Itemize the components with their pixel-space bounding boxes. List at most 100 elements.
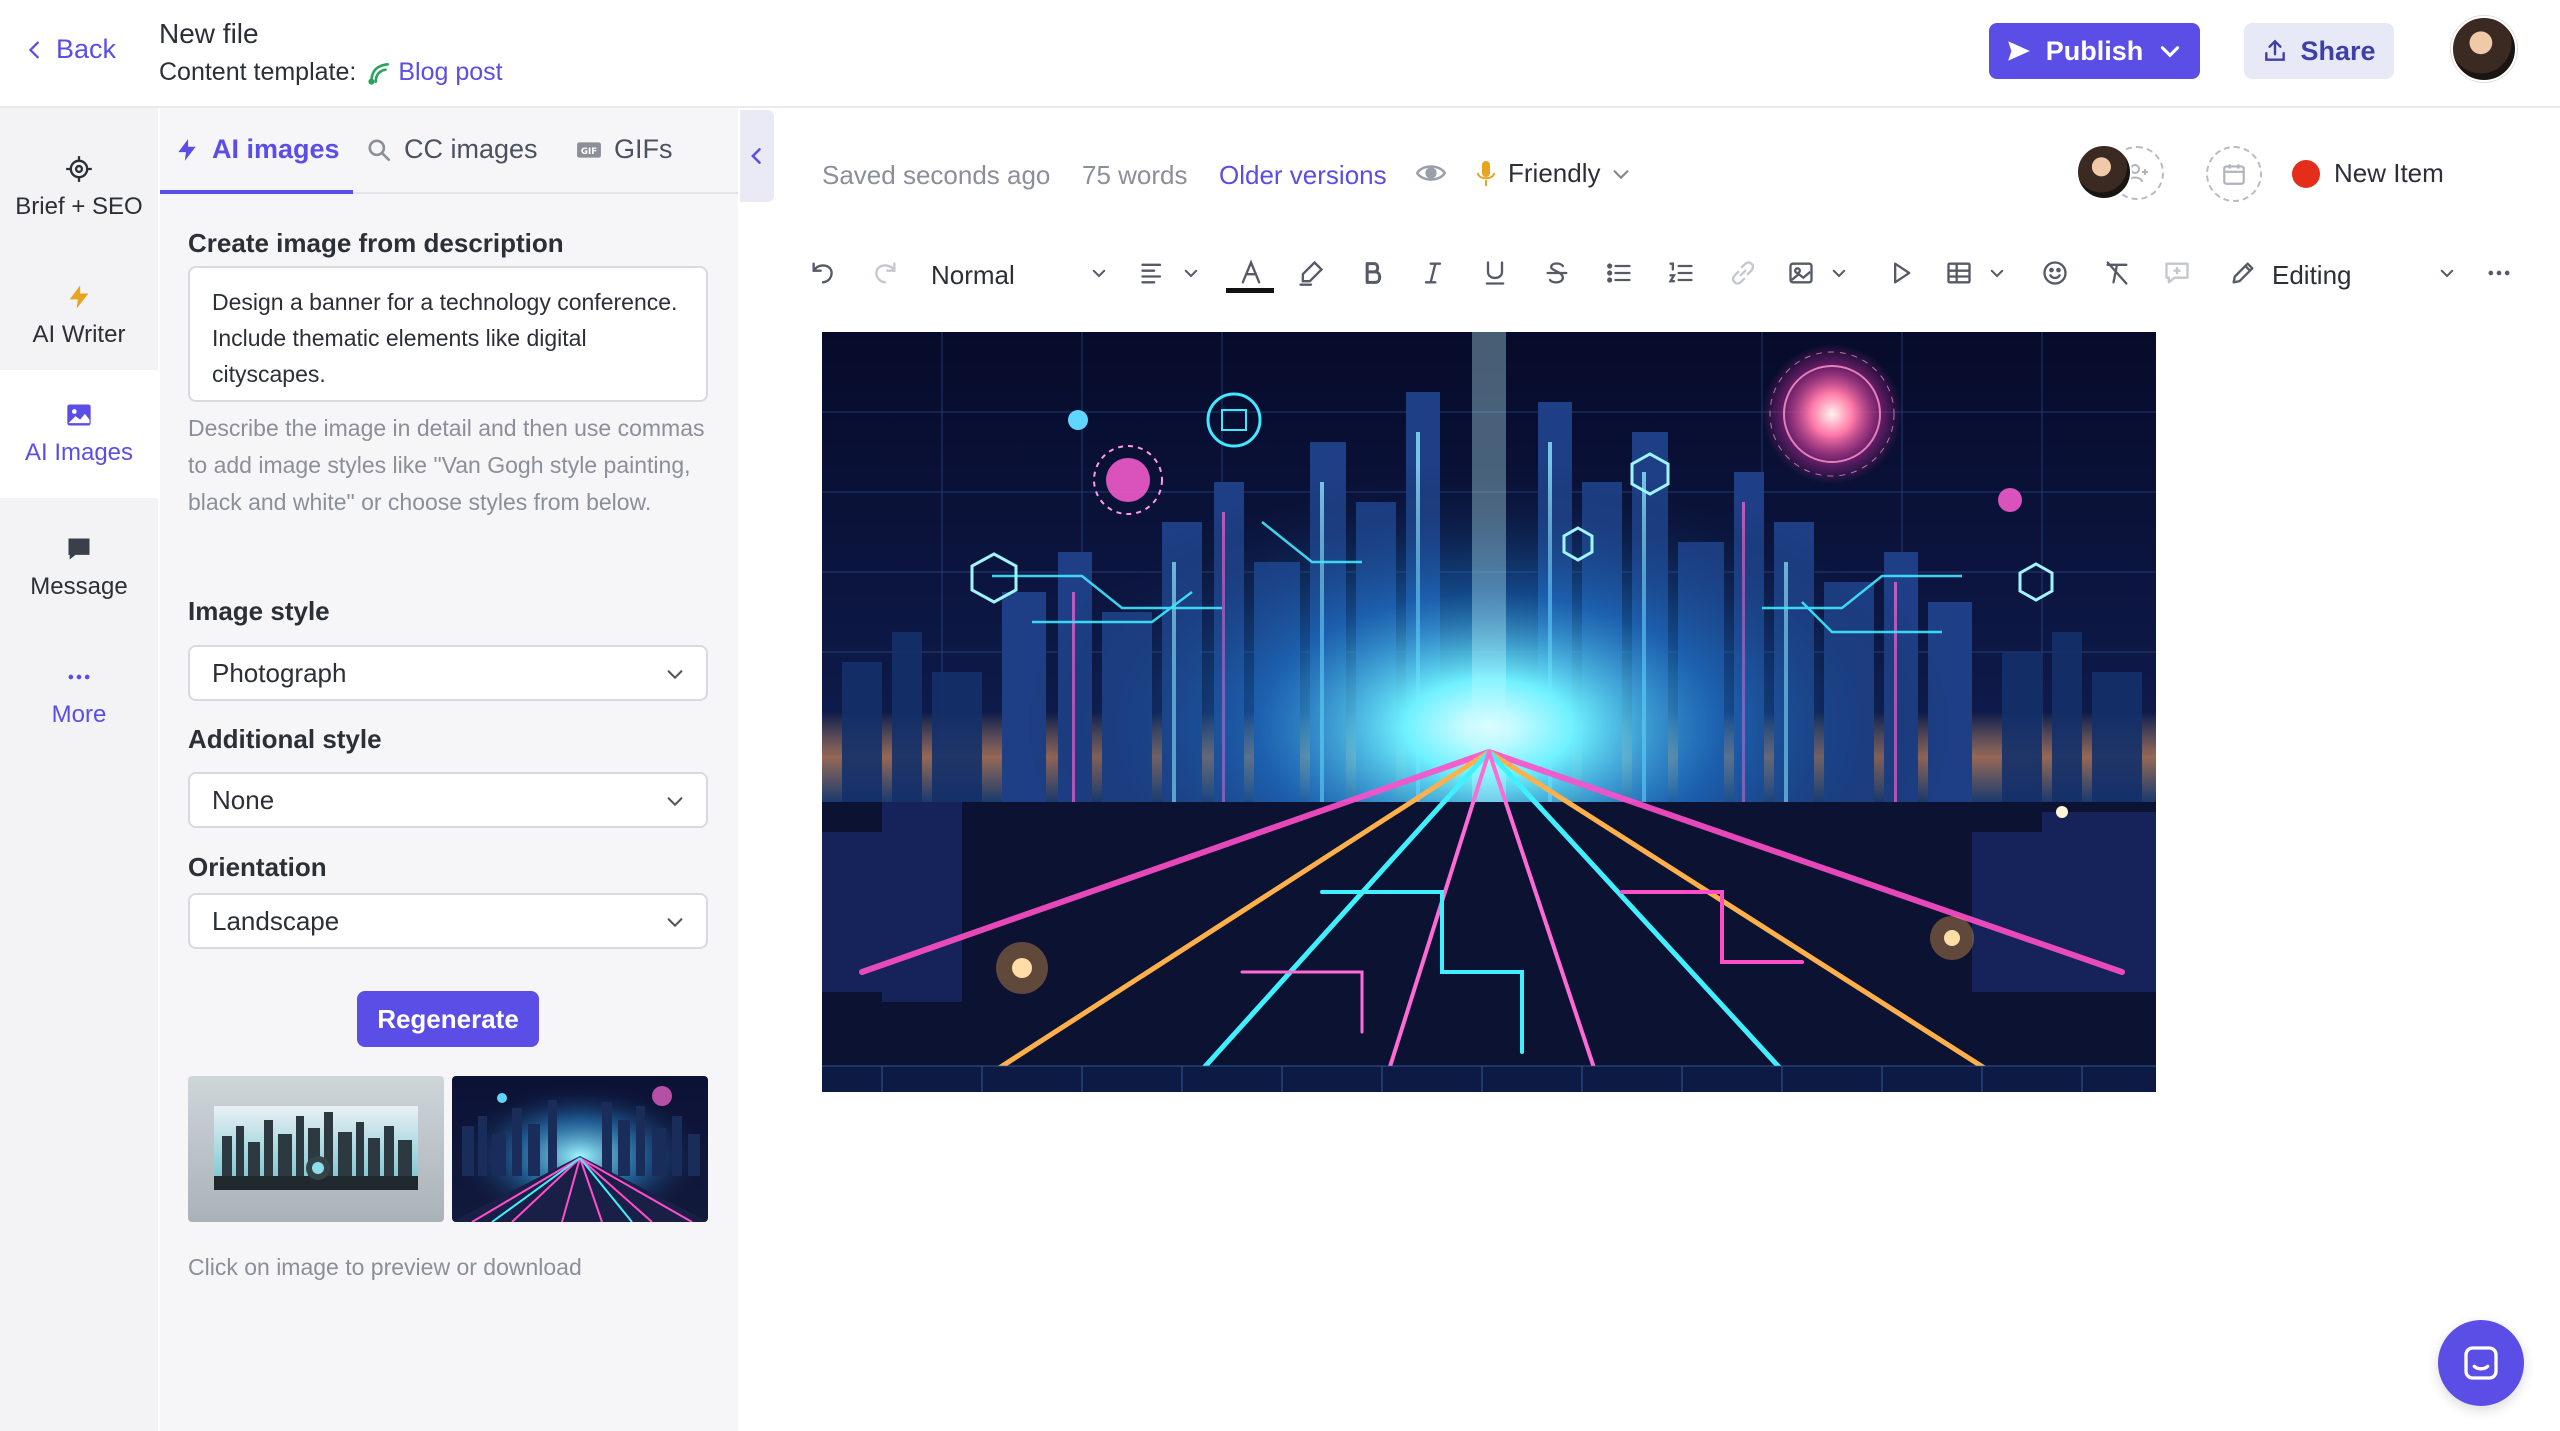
description-label: Create image from description [188, 228, 564, 258]
chevron-down-icon [1990, 269, 2004, 278]
image-style-select[interactable]: Photograph [188, 645, 708, 701]
additional-style-label: Additional style [188, 724, 382, 754]
gif-icon: GIF [577, 141, 601, 158]
chevron-down-icon [2440, 269, 2454, 278]
word-count: 75 words [1082, 160, 1188, 190]
thumbnail-2-picture [452, 1076, 708, 1222]
tone-label: Friendly [1508, 158, 1601, 188]
numbered-list-icon [1668, 262, 1693, 283]
strikethrough-icon [1546, 262, 1568, 284]
svg-text:GIF: GIF [581, 146, 597, 156]
tab-label: AI images [212, 134, 340, 164]
align-dropdown[interactable] [1176, 258, 1206, 288]
insert-image-button[interactable] [1786, 258, 1816, 288]
user-avatar[interactable] [2451, 16, 2517, 82]
align-button[interactable] [1138, 258, 1168, 288]
upload-icon [2265, 39, 2286, 61]
image-style-value: Photograph [212, 657, 347, 688]
more-options-button[interactable] [2484, 258, 2514, 288]
generated-image-thumbnail-1[interactable] [188, 1076, 444, 1222]
collapse-panel-button[interactable] [740, 110, 774, 202]
insert-table-dropdown[interactable] [1982, 258, 2012, 288]
file-title[interactable]: New file [159, 18, 259, 50]
generated-image-thumbnail-2[interactable] [452, 1076, 708, 1222]
tab-gifs[interactable]: GIF GIFs [576, 134, 673, 165]
publish-label: Publish [2045, 35, 2144, 66]
orientation-value: Landscape [212, 905, 340, 936]
workflow-status[interactable]: New Item [2292, 158, 2444, 189]
tone-selector[interactable]: Friendly [1474, 158, 1632, 189]
tab-label: CC images [404, 134, 538, 164]
editor-area: Saved seconds ago 75 words Older version… [774, 108, 2560, 1431]
bold-button[interactable] [1358, 258, 1388, 288]
active-tab-indicator [160, 190, 353, 194]
text-color-indicator [1226, 288, 1274, 293]
insert-video-button[interactable] [1886, 258, 1916, 288]
template-link[interactable]: Blog post [366, 58, 503, 87]
underline-icon [1485, 261, 1505, 285]
text-color-button[interactable] [1236, 258, 1266, 288]
editing-mode-icon-button[interactable] [2228, 258, 2258, 288]
chevron-down-icon [667, 918, 683, 928]
description-input[interactable]: Design a banner for a technology confere… [188, 266, 708, 402]
rail-item-brief-seo[interactable]: Brief + SEO [0, 128, 158, 248]
insert-image-dropdown[interactable] [1824, 258, 1854, 288]
regenerate-button[interactable]: Regenerate [357, 991, 539, 1047]
numbered-list-button[interactable] [1666, 258, 1696, 288]
highlight-button[interactable] [1296, 258, 1326, 288]
template-name: Blog post [398, 58, 503, 86]
emoji-button[interactable] [2040, 258, 2070, 288]
back-button[interactable]: Back [24, 34, 116, 65]
older-versions-link[interactable]: Older versions [1219, 160, 1387, 191]
undo-button[interactable] [808, 258, 838, 288]
editing-mode-dropdown[interactable] [2432, 258, 2462, 288]
image-style-label: Image style [188, 596, 330, 626]
paragraph-style-select[interactable]: Normal [931, 260, 1015, 291]
message-icon [68, 538, 90, 560]
additional-style-select[interactable]: None [188, 772, 708, 828]
status-dot [2292, 159, 2320, 188]
italic-button[interactable] [1418, 258, 1448, 288]
rail-item-message[interactable]: Message [0, 508, 158, 628]
ai-images-panel: AI images CC images GIF GIFs Create imag… [160, 108, 738, 1431]
paragraph-style-dropdown[interactable] [1084, 258, 1114, 288]
redo-button[interactable] [870, 258, 900, 288]
add-comment-button[interactable] [2162, 258, 2192, 288]
chevron-down-icon [1184, 269, 1198, 278]
tab-cc-images[interactable]: CC images [366, 134, 538, 165]
link-button[interactable] [1728, 258, 1758, 288]
rail-item-more[interactable]: More [0, 636, 158, 756]
description-hint: Describe the image in detail and then us… [188, 415, 705, 515]
support-chat-button[interactable] [2438, 1320, 2524, 1406]
bold-icon [1365, 262, 1382, 284]
lightning-icon [178, 138, 196, 161]
send-icon [2007, 41, 2030, 61]
undo-icon [812, 262, 833, 284]
rail-item-ai-images[interactable]: AI Images [0, 370, 158, 498]
rail-item-ai-writer[interactable]: AI Writer [0, 256, 158, 376]
chevron-down-icon [1832, 269, 1846, 278]
chevron-left-icon [28, 41, 39, 58]
rail-label: Brief + SEO [15, 193, 143, 220]
underline-button[interactable] [1480, 258, 1510, 288]
thumbnail-note: Click on image to preview or download [188, 1254, 582, 1280]
collaborator-avatar[interactable] [2076, 144, 2132, 200]
tab-ai-images[interactable]: AI images [174, 134, 340, 165]
italic-icon [1424, 262, 1442, 284]
play-icon [1894, 262, 1911, 284]
comment-icon [2165, 262, 2189, 284]
rail-label: AI Images [24, 439, 134, 466]
share-button[interactable]: Share [2244, 23, 2394, 79]
strikethrough-button[interactable] [1542, 258, 1572, 288]
insert-table-button[interactable] [1944, 258, 1974, 288]
bulleted-list-button[interactable] [1604, 258, 1634, 288]
orientation-select[interactable]: Landscape [188, 893, 708, 949]
clear-formatting-button[interactable] [2102, 258, 2132, 288]
publish-button[interactable]: Publish [1989, 23, 2200, 79]
rail-label: More [51, 701, 107, 728]
eye-icon[interactable] [1416, 158, 1446, 188]
generated-banner-image[interactable] [822, 332, 2156, 1092]
editing-mode-select[interactable]: Editing [2272, 260, 2352, 291]
schedule-button[interactable] [2206, 146, 2262, 202]
chevron-left-icon [751, 148, 761, 164]
